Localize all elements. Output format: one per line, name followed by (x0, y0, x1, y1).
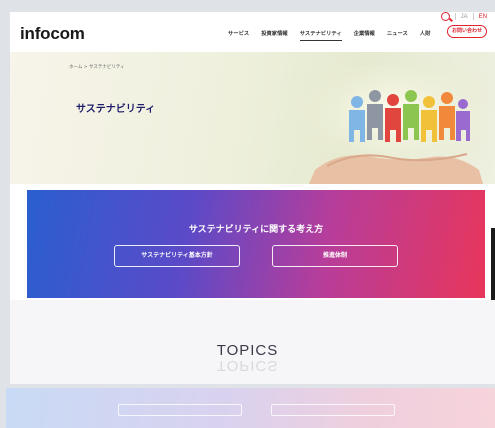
lang-ja[interactable]: JA (461, 14, 468, 20)
breadcrumb[interactable]: ホーム > サステナビリティ (69, 64, 125, 70)
reflection-box (118, 404, 242, 416)
page-title: サステナビリティ (76, 104, 156, 115)
hero-section: ホーム > サステナビリティ サステナビリティ (10, 52, 495, 184)
nav-item-investors[interactable]: 投資家情報 (261, 29, 288, 41)
search-icon[interactable] (440, 12, 450, 21)
nav-item-company[interactable]: 企業情報 (354, 29, 375, 41)
topics-heading-reflection: TOPICS (216, 357, 279, 374)
structure-button[interactable]: 推進体制 (272, 245, 398, 267)
banner-title: サステナビリティに関する考え方 (188, 225, 324, 235)
banner-reflection (6, 388, 495, 428)
contact-button[interactable]: お問い合わせ (447, 25, 487, 38)
divider (472, 13, 474, 20)
nav-item-news[interactable]: ニュース (387, 29, 408, 41)
nav-item-careers[interactable]: 人財 (420, 29, 431, 41)
main-nav: サービス 投資家情報 サステナビリティ 企業情報 ニュース 人財 (228, 29, 430, 41)
logo-text: infocom (20, 24, 85, 43)
policy-button[interactable]: サステナビリティ基本方針 (114, 245, 240, 267)
reflection-box (271, 404, 395, 416)
utility-bar: JA EN (440, 12, 487, 21)
site-logo[interactable]: infocom (20, 24, 85, 44)
nav-item-services[interactable]: サービス (228, 29, 249, 41)
nav-item-sustainability[interactable]: サステナビリティ (299, 29, 342, 41)
lang-en[interactable]: EN (479, 14, 487, 20)
hero-image (297, 66, 487, 184)
site-header: infocom JA EN サービス 投資家情報 サステナビリティ 企業情報 ニ… (10, 12, 495, 52)
divider (454, 13, 456, 20)
page-frame: infocom JA EN サービス 投資家情報 サステナビリティ 企業情報 ニ… (0, 0, 495, 428)
sustainability-banner: サステナビリティに関する考え方 サステナビリティ基本方針 推進体制 (27, 190, 485, 298)
